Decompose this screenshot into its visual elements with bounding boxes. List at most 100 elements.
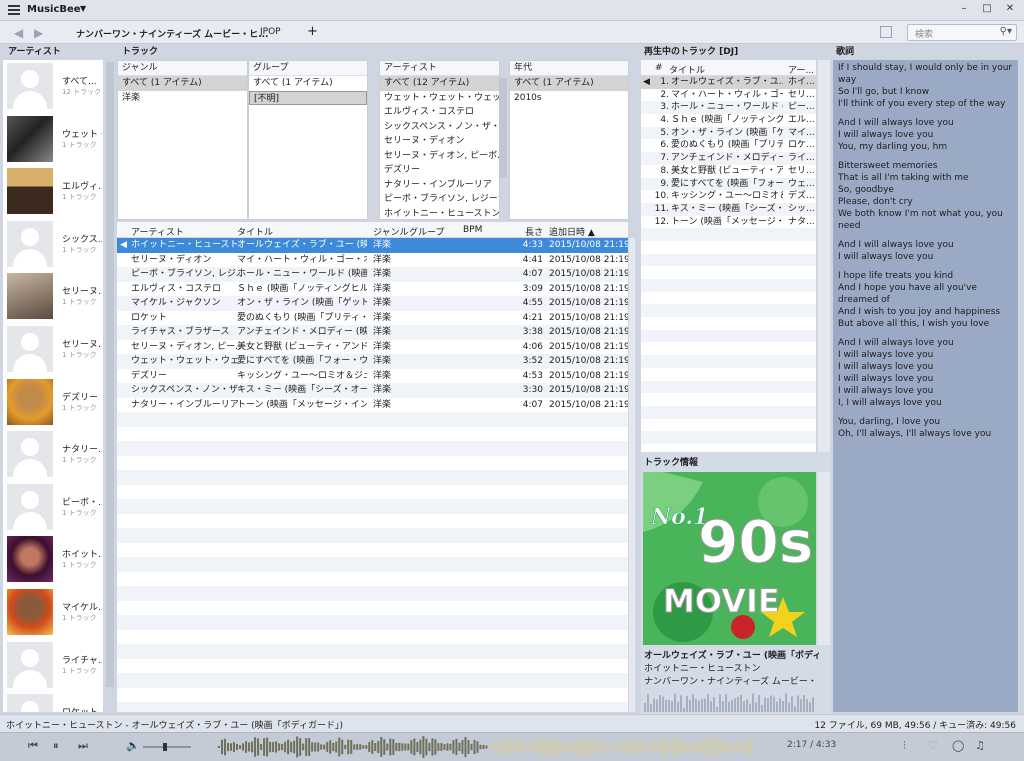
next-track-icon[interactable]: ⏭ <box>78 739 88 753</box>
track-row[interactable]: マイケル・ジャクソン オン・ザ・ライン (映画「ゲット・オン... 洋楽 4:55 20… <box>117 296 628 311</box>
queue-row[interactable] <box>641 419 816 432</box>
np-col-num[interactable]: # <box>655 63 663 73</box>
filter-item-artist[interactable]: ピーボ・ブライソン, レジーナ... <box>380 192 499 207</box>
queue-row[interactable]: 8. 美女と野獣 (ビューティ・ア... セリ... <box>641 165 816 178</box>
track-row[interactable] <box>117 673 628 688</box>
queue-row[interactable] <box>641 393 816 406</box>
queue-row[interactable]: 12.トーン (映画「メッセージ・イ... ナタ... <box>641 216 816 229</box>
search-icon[interactable]: ⚲▾ <box>1000 26 1012 37</box>
artist-item[interactable]: すべて... 12 トラック <box>3 60 103 113</box>
search-input[interactable]: 検索 <box>915 27 933 40</box>
queue-row[interactable]: ◀ 1. オールウェイズ・ラブ・ユ... ホイ... <box>641 76 816 89</box>
filter-item-artist[interactable]: シックスペンス・ノン・ザ・リッチ... <box>380 120 499 135</box>
headphones-icon[interactable]: ♫ <box>975 739 985 752</box>
add-tab-button[interactable]: + <box>307 24 318 39</box>
queue-row[interactable] <box>641 355 816 368</box>
filter-item-year[interactable]: 2010s <box>510 91 628 106</box>
track-row[interactable] <box>117 514 628 529</box>
volume-icon[interactable]: 🔈 <box>126 739 140 752</box>
filter-item-artist[interactable]: セリーヌ・ディオン, ピーボ... <box>380 149 499 164</box>
year-filter-header[interactable]: 年代 <box>510 61 628 76</box>
group-filter-header[interactable]: グループ <box>249 61 367 76</box>
cover-scrollbar[interactable] <box>818 472 830 645</box>
queue-row[interactable] <box>641 279 816 292</box>
queue-row[interactable] <box>641 304 816 318</box>
col-length[interactable]: 長さ <box>525 225 543 238</box>
filter-item-group[interactable]: すべて (1 アイテム) <box>249 76 367 91</box>
app-menu-chevron-icon[interactable]: ▼ <box>80 4 86 13</box>
now-playing-scrollbar[interactable] <box>818 60 830 452</box>
col-genre[interactable]: ジャンル <box>373 225 409 238</box>
tab-album[interactable]: ナンバーワン・ナインティーズ ムービー・ヒ... <box>76 27 268 40</box>
layout-icon[interactable] <box>880 26 892 38</box>
queue-row[interactable] <box>641 368 816 381</box>
track-row[interactable] <box>117 688 628 703</box>
col-title[interactable]: タイトル <box>237 225 273 238</box>
col-added[interactable]: 追加日時 ▲ <box>549 225 595 238</box>
track-row[interactable] <box>117 601 628 616</box>
filter-item-genre[interactable]: すべて (1 アイテム) <box>118 76 247 91</box>
track-row[interactable]: ピーボ・ブライソン, レジ...ホール・ニュー・ワールド (映画「ア... 洋楽 4… <box>117 267 628 282</box>
queue-row[interactable]: 5.オン・ザ・ライン (映画「ゲット... マイ... <box>641 126 816 140</box>
filter-item-artist[interactable]: ナタリー・インブルーリア <box>380 178 499 193</box>
track-row[interactable] <box>117 702 628 712</box>
np-col-artist[interactable]: アー... <box>788 63 814 76</box>
track-row[interactable] <box>117 543 628 558</box>
artist-scrollbar[interactable] <box>106 62 114 687</box>
queue-row[interactable] <box>641 292 816 305</box>
artist-item[interactable]: マイケル...1 トラック <box>3 586 103 639</box>
queue-row[interactable] <box>641 380 816 394</box>
artist-item[interactable]: ロケット <box>3 691 103 712</box>
track-row[interactable]: セリーヌ・ディオン, ピー...美女と野獣 (ビューティ・アンド・... 洋楽 4:… <box>117 340 628 355</box>
queue-row[interactable] <box>641 228 816 241</box>
filter-item-artist[interactable]: ウェット・ウェット・ウェット <box>380 91 499 106</box>
track-row[interactable]: ロケット 愛のぬくもり (映画「プリティ・ウー... 洋楽 4:21 2015/10/0… <box>117 311 628 326</box>
minimize-button[interactable]: – <box>956 3 972 17</box>
track-list-scrollbar[interactable] <box>629 238 635 712</box>
app-name[interactable]: MusicBee <box>27 4 81 15</box>
waveform-seek-bar[interactable] <box>218 736 753 758</box>
track-row[interactable]: セリーヌ・ディオン マイ・ハート・ウィル・ゴー・オン (映... 洋楽 4:41 201… <box>117 253 628 268</box>
artist-item[interactable]: ビーボ・...1 トラック <box>3 481 103 534</box>
track-row[interactable] <box>117 644 628 659</box>
tab-jpop[interactable]: JPOP <box>260 27 281 37</box>
filter-item-artist[interactable]: エルヴィス・コステロ <box>380 105 499 120</box>
queue-row[interactable]: 4. Ｓｈｅ (映画「ノッティング... エル... <box>641 114 816 127</box>
back-arrow-icon[interactable]: ◀ <box>14 26 23 40</box>
scrobble-icon[interactable]: ♡ <box>928 739 938 752</box>
queue-row[interactable]: 10.キッシング・ユー～ロミオ＆ジ... デズ... <box>641 190 816 203</box>
equalizer-icon[interactable]: ⫶ <box>903 739 906 753</box>
maximize-button[interactable]: □ <box>979 3 995 17</box>
radio-icon[interactable]: ◯ <box>952 739 964 752</box>
filter-item-group[interactable]: [不明] <box>249 90 367 105</box>
queue-row[interactable]: 9.愛にすべてを (映画「フォー・... ウェ... <box>641 177 816 191</box>
track-row[interactable] <box>117 528 628 543</box>
track-row[interactable] <box>117 427 628 442</box>
track-row[interactable]: エルヴィス・コステロ Ｓｈｅ (映画「ノッティングヒルの... 洋楽 3:09 2015… <box>117 282 628 297</box>
artist-filter-scrollbar[interactable] <box>499 78 507 178</box>
pause-icon[interactable]: ⏸ <box>53 739 59 753</box>
queue-row[interactable]: 7.アンチェインド・メロディー (... ライ... <box>641 152 816 165</box>
artist-item[interactable]: セリーヌ...1 トラック <box>3 270 103 323</box>
track-row[interactable]: ウェット・ウェット・ウェット愛にすべてを (映画「フォー・ウェ... 洋楽 3:52… <box>117 354 628 369</box>
track-row[interactable] <box>117 470 628 485</box>
track-row[interactable] <box>117 615 628 630</box>
artist-item[interactable]: シックス... 1 トラック <box>3 218 103 271</box>
filter-item-artist[interactable]: セリーヌ・ディオン <box>380 134 499 149</box>
queue-row[interactable]: 2.マイ・ハート・ウィル・ゴー・オン... セリ... <box>641 89 816 102</box>
track-row[interactable]: デズリー キッシング・ユー～ロミオ＆ジュリエ... 洋楽 4:53 2015/10/08… <box>117 369 628 384</box>
queue-row[interactable]: 3. ホール・ニュー・ワールド (... ピー... <box>641 101 816 115</box>
track-row[interactable]: ライチャス・ブラザースアンチェインド・メロディー (映画「... 洋楽 3:38 20… <box>117 325 628 340</box>
queue-row[interactable] <box>641 329 816 343</box>
track-row[interactable] <box>117 485 628 500</box>
artist-item[interactable]: エルヴィ...1 トラック <box>3 165 103 218</box>
col-artist[interactable]: アーティスト <box>131 225 184 238</box>
volume-knob[interactable] <box>162 743 167 751</box>
col-bpm[interactable]: BPM <box>463 225 482 235</box>
filter-item-year[interactable]: すべて (1 アイテム) <box>510 76 628 91</box>
track-row[interactable] <box>117 499 628 514</box>
artist-item[interactable]: デズリー 1 トラック <box>3 376 103 429</box>
artist-item[interactable]: セリーヌ...1 トラック <box>3 323 103 376</box>
volume-slider[interactable] <box>143 743 191 751</box>
queue-row[interactable]: 6.愛のぬくもり (映画「プリティ... ロケ... <box>641 139 816 152</box>
